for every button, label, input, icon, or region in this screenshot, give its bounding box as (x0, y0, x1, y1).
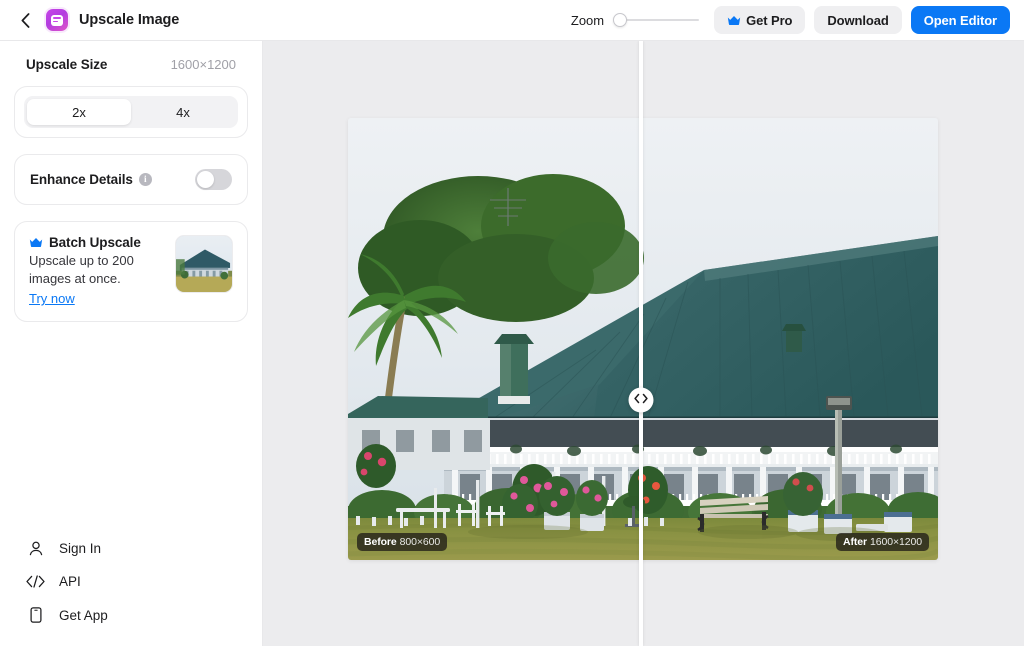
get-pro-label: Get Pro (746, 12, 793, 28)
chevron-left-icon (21, 12, 29, 28)
page-title: Upscale Image (79, 12, 180, 28)
after-badge: After 1600×1200 (836, 533, 929, 551)
scale-selector-card: 2x 4x (14, 86, 248, 138)
scale-option-4x-label: 4x (176, 104, 190, 120)
scale-segmented-control: 2x 4x (24, 96, 238, 128)
thumbnail-image (176, 236, 232, 292)
comparison-divider[interactable] (639, 41, 643, 646)
sidebar-item-api-label: API (59, 574, 81, 589)
app-icon-glyph (51, 14, 63, 26)
back-button[interactable] (14, 7, 36, 33)
image-canvas: Before 800×600 After 1600×1200 (263, 41, 1024, 646)
upscale-app-icon (46, 9, 68, 31)
phone-icon (26, 607, 45, 623)
enhance-details-toggle[interactable] (195, 169, 232, 190)
zoom-label: Zoom (570, 12, 605, 28)
zoom-slider-track (619, 19, 700, 21)
download-label: Download (827, 12, 889, 28)
try-now-link[interactable]: Try now (29, 291, 75, 306)
comparison-image: Before 800×600 After 1600×1200 (348, 118, 938, 560)
upscale-image-app: Upscale Image Zoom Get Pro Download Open… (0, 0, 1024, 646)
sidebar-item-get-app[interactable]: Get App (14, 598, 248, 632)
get-pro-button[interactable]: Get Pro (714, 6, 806, 34)
open-editor-label: Open Editor (923, 12, 997, 28)
zoom-control: Zoom (570, 12, 700, 28)
sidebar-item-sign-in-label: Sign In (59, 541, 102, 556)
sidebar: Upscale Size 1600×1200 2x 4x Enhance Det… (0, 41, 263, 646)
open-editor-button[interactable]: Open Editor (910, 6, 1010, 34)
sidebar-nav: Sign In API Get App (14, 532, 248, 646)
after-label: After (843, 536, 868, 548)
batch-upscale-text: Batch Upscale Upscale up to 200 images a… (29, 235, 165, 308)
sidebar-item-api[interactable]: API (14, 565, 248, 598)
user-icon (26, 541, 45, 556)
batch-upscale-thumbnail (175, 235, 233, 293)
toggle-knob (197, 171, 214, 188)
download-button[interactable]: Download (814, 6, 902, 34)
zoom-slider-knob[interactable] (613, 13, 628, 27)
crown-icon (29, 238, 43, 248)
enhance-details-label-group: Enhance Details i (30, 172, 152, 187)
sidebar-item-sign-in[interactable]: Sign In (14, 532, 248, 565)
app-body: Upscale Size 1600×1200 2x 4x Enhance Det… (0, 41, 1024, 646)
top-bar: Upscale Image Zoom Get Pro Download Open… (0, 0, 1024, 41)
compare-arrows-icon (634, 393, 649, 407)
info-icon[interactable]: i (138, 173, 152, 186)
upscale-size-value: 1600×1200 (170, 57, 236, 72)
upscale-size-label: Upscale Size (26, 57, 108, 72)
before-badge: Before 800×600 (357, 533, 448, 551)
batch-upscale-heading: Batch Upscale (29, 235, 165, 250)
crown-icon (727, 15, 741, 25)
after-dimensions: 1600×1200 (870, 536, 922, 548)
batch-upscale-description: Upscale up to 200 images at once. (29, 253, 134, 286)
sidebar-item-get-app-label: Get App (59, 607, 108, 623)
zoom-slider[interactable] (613, 12, 700, 28)
upscale-size-row: Upscale Size 1600×1200 (14, 41, 248, 72)
building-photograph (348, 118, 938, 560)
code-icon (26, 575, 45, 588)
top-bar-actions: Zoom Get Pro Download Open Editor (571, 6, 1010, 34)
scale-option-2x-label: 2x (72, 104, 86, 120)
batch-upscale-title: Batch Upscale (49, 235, 141, 250)
batch-upscale-card[interactable]: Batch Upscale Upscale up to 200 images a… (14, 221, 248, 322)
enhance-details-label: Enhance Details (30, 172, 133, 187)
scale-option-4x[interactable]: 4x (131, 99, 235, 125)
before-dimensions: 800×600 (399, 536, 441, 548)
enhance-details-card: Enhance Details i (14, 154, 248, 205)
comparison-slider-handle[interactable] (628, 387, 654, 413)
before-label: Before (364, 536, 397, 548)
scale-option-2x[interactable]: 2x (27, 99, 131, 125)
